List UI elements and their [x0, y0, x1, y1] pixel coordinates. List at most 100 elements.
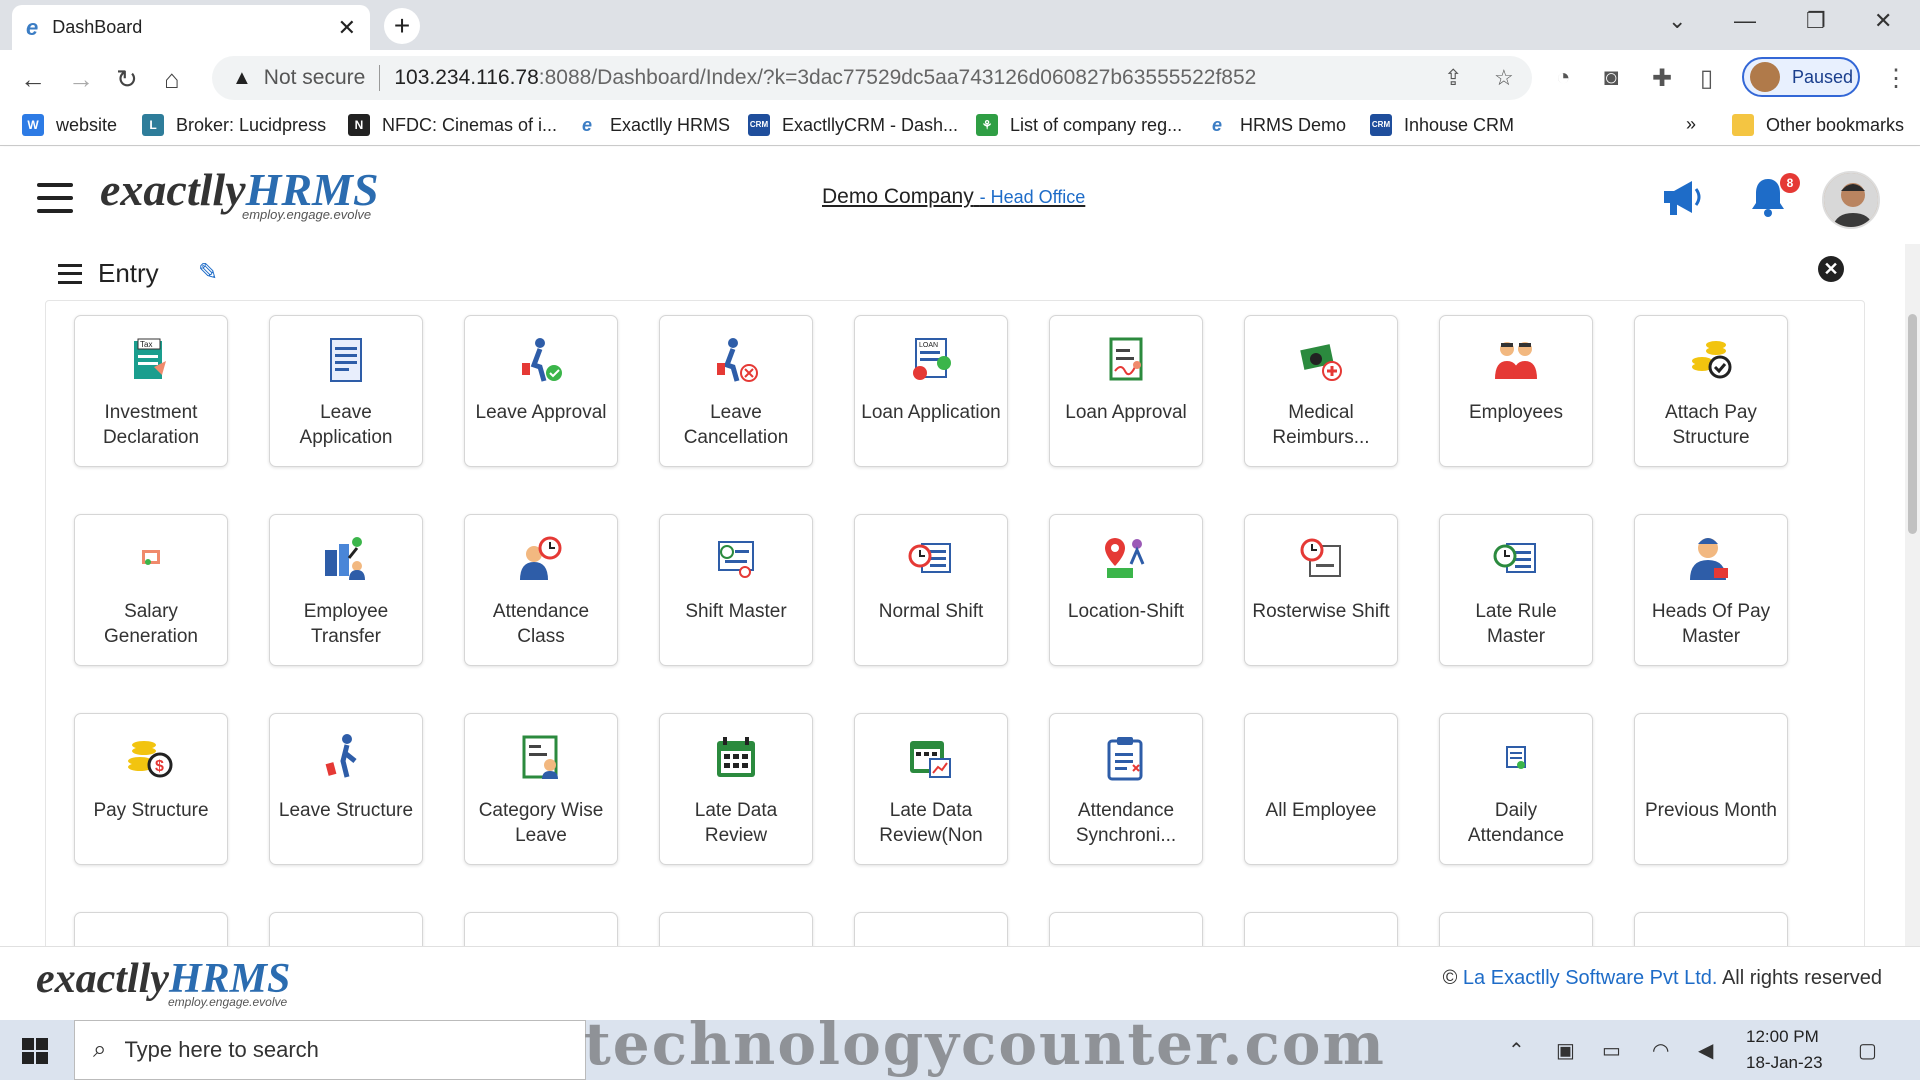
svg-text:Tax: Tax [140, 340, 152, 349]
side-panel-icon[interactable]: ▯ [1700, 64, 1713, 93]
tile-leave-application[interactable]: Leave Application [269, 315, 423, 467]
tile-all-employee[interactable]: All Employee [1244, 713, 1398, 865]
meet-now-icon[interactable]: ▣ [1556, 1038, 1575, 1063]
address-bar[interactable]: ▲ Not secure 103.234.116.78:8088/Dashboa… [212, 56, 1532, 100]
tile-employees[interactable]: Employees [1439, 315, 1593, 467]
close-panel-icon[interactable]: ✕ [1818, 256, 1844, 282]
coins-check-icon [1635, 334, 1787, 386]
url-text: 103.234.116.78:8088/Dashboard/Index/?k=3… [394, 66, 1257, 89]
menu-kebab-icon[interactable]: ⋮ [1884, 64, 1908, 93]
taskbar-search[interactable]: ⌕ Type here to search [74, 1020, 586, 1080]
bookmarks-overflow[interactable]: » [1686, 114, 1696, 135]
svg-text:$: $ [155, 758, 164, 775]
profile-button[interactable]: Paused [1742, 57, 1860, 97]
tile-category-wise-leave[interactable]: Category Wise Leave [464, 713, 618, 865]
tile-loan-approval[interactable]: Loan Approval [1049, 315, 1203, 467]
tile-employee-transfer[interactable]: Employee Transfer [269, 514, 423, 666]
tile-partial[interactable] [74, 912, 228, 946]
tile-daily-attendance[interactable]: Daily Attendance [1439, 713, 1593, 865]
megaphone-icon[interactable] [1660, 177, 1706, 217]
tile-label: Investment Declaration [102, 402, 200, 448]
tile-attach-pay-structure[interactable]: Attach Pay Structure [1634, 315, 1788, 467]
tile-loan-application[interactable]: LOAN Loan Application [854, 315, 1008, 467]
tile-partial[interactable] [854, 912, 1008, 946]
windows-start-icon[interactable] [22, 1038, 48, 1064]
home-icon[interactable]: ⌂ [164, 64, 180, 95]
reload-icon[interactable]: ↻ [116, 64, 138, 95]
bookmark-website[interactable]: Wwebsite [22, 114, 117, 136]
tile-rosterwise-shift[interactable]: Rosterwise Shift [1244, 514, 1398, 666]
bookmark-lucidpress[interactable]: L Broker: Lucidpress [142, 114, 326, 136]
bookmark-star-icon[interactable]: ☆ [1494, 65, 1514, 91]
new-tab-button[interactable]: + [384, 8, 420, 44]
tile-partial[interactable] [1049, 912, 1203, 946]
app-logo[interactable]: exactllyHRMS employ.engage.evolve [100, 163, 379, 222]
company-link[interactable]: La Exactlly Software Pvt Ltd. [1463, 967, 1718, 989]
branch-link[interactable]: - Head Office [980, 187, 1086, 207]
tile-pay-structure[interactable]: $ Pay Structure [74, 713, 228, 865]
tile-partial[interactable] [1439, 912, 1593, 946]
window-close-button[interactable]: ✕ [1874, 8, 1892, 34]
tile-label: Category Wise Leave [478, 800, 604, 846]
tile-partial[interactable] [1634, 912, 1788, 946]
browser-tab[interactable]: e DashBoard ✕ [12, 5, 370, 50]
bookmark-hrms-demo[interactable]: e HRMS Demo [1206, 114, 1346, 136]
tile-attendance-synchroni[interactable]: Attendance Synchroni... [1049, 713, 1203, 865]
tab-close-icon[interactable]: ✕ [338, 15, 356, 41]
minimize-button[interactable]: — [1734, 8, 1756, 34]
bookmark-nfdc[interactable]: N NFDC: Cinemas of i... [348, 114, 557, 136]
main-menu-button[interactable] [37, 183, 73, 213]
bookmark-exactlly-crm[interactable]: CRM ExactllyCRM - Dash... [748, 114, 958, 136]
tab-search-chevron-icon[interactable]: ⌄ [1668, 8, 1686, 34]
tile-late-rule-master[interactable]: Late Rule Master [1439, 514, 1593, 666]
tile-shift-master[interactable]: Shift Master [659, 514, 813, 666]
battery-icon[interactable]: ▭ [1602, 1038, 1621, 1063]
company-selector[interactable]: Demo Company - Head Office [822, 185, 1085, 209]
tile-label: Rosterwise Shift [1252, 601, 1390, 622]
tile-label: Location-Shift [1067, 601, 1185, 622]
tile-partial[interactable] [659, 912, 813, 946]
tile-location-shift[interactable]: Location-Shift [1049, 514, 1203, 666]
forward-icon[interactable]: → [68, 64, 94, 95]
tray-chevron-icon[interactable]: ⌃ [1508, 1038, 1525, 1063]
other-bookmarks[interactable]: Other bookmarks [1732, 114, 1904, 136]
tile-heads-of-pay-master[interactable]: Heads Of Pay Master [1634, 514, 1788, 666]
tax-form-icon: Tax [75, 334, 227, 386]
tile-label: Loan Application [861, 402, 1001, 423]
edit-pencil-icon[interactable]: ✎ [198, 258, 218, 287]
extensions-icon[interactable]: ✚ [1652, 64, 1672, 93]
tile-partial[interactable] [464, 912, 618, 946]
tile-normal-shift[interactable]: Normal Shift [854, 514, 1008, 666]
tile-partial[interactable] [1244, 912, 1398, 946]
edge-favicon-icon: e [581, 115, 592, 135]
wifi-icon[interactable]: ◠ [1652, 1038, 1669, 1063]
entry-menu-icon[interactable] [58, 263, 82, 284]
performance-icon[interactable]: ◔ [1556, 64, 1571, 92]
tile-medical-reimburs[interactable]: Medical Reimburs... [1244, 315, 1398, 467]
folder-icon [1732, 114, 1754, 136]
page-scrollbar[interactable] [1905, 244, 1920, 946]
tile-salary-generation[interactable]: Salary Generation [74, 514, 228, 666]
notifications-icon[interactable]: ▢ [1858, 1038, 1877, 1063]
taskbar-clock[interactable]: 12:00 PM 18-Jan-23 [1746, 1024, 1823, 1076]
user-avatar[interactable] [1822, 171, 1880, 229]
restore-button[interactable]: ❐ [1806, 8, 1826, 34]
tile-attendance-class[interactable]: Attendance Class [464, 514, 618, 666]
tile-late-data-review-non[interactable]: Late Data Review(Non [854, 713, 1008, 865]
tile-late-data-review[interactable]: Late Data Review [659, 713, 813, 865]
tile-leave-structure[interactable]: Leave Structure [269, 713, 423, 865]
bookmark-inhouse-crm[interactable]: CRM Inhouse CRM [1370, 114, 1514, 136]
tile-partial[interactable] [269, 912, 423, 946]
scrollbar-thumb[interactable] [1908, 314, 1917, 534]
volume-icon[interactable]: ◀ [1698, 1038, 1713, 1063]
tile-leave-cancellation[interactable]: Leave Cancellation [659, 315, 813, 467]
bookmark-exactlly-hrms[interactable]: e Exactlly HRMS [576, 114, 730, 136]
tile-previous-month[interactable]: Previous Month [1634, 713, 1788, 865]
camera-icon[interactable]: ◙ [1604, 64, 1619, 92]
traveler-check-icon [465, 334, 617, 386]
tile-leave-approval[interactable]: Leave Approval [464, 315, 618, 467]
back-icon[interactable]: ← [20, 64, 46, 95]
tile-investment-declaration[interactable]: Tax Investment Declaration [74, 315, 228, 467]
share-icon[interactable]: ⇪ [1444, 65, 1462, 91]
bookmark-company-reg[interactable]: ⚘ List of company reg... [976, 114, 1182, 136]
